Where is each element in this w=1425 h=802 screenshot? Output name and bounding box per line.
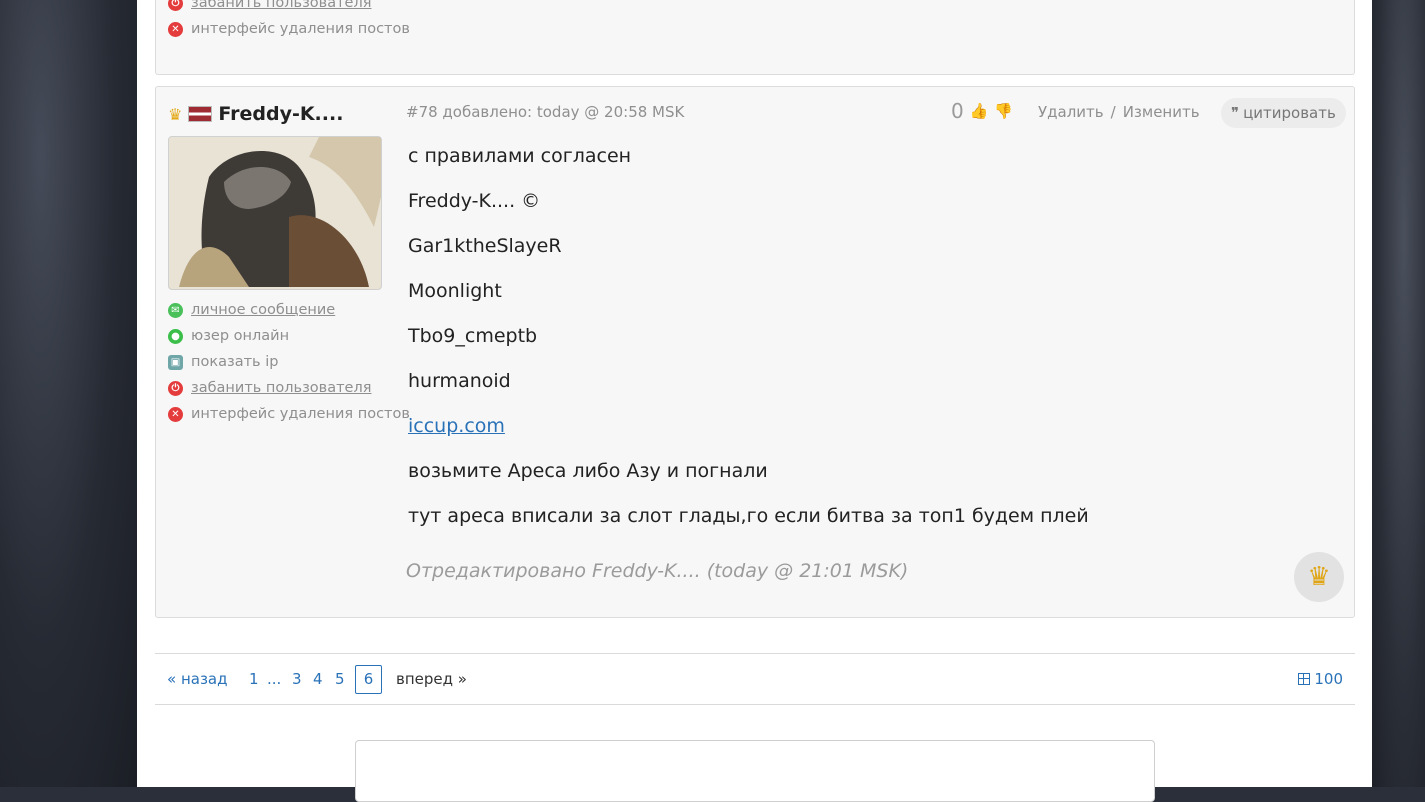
page-link-1[interactable]: 1 — [249, 670, 259, 688]
thumbs-up-icon[interactable]: 👍 — [970, 102, 989, 120]
background-right — [1372, 0, 1425, 787]
quote-label: цитировать — [1243, 104, 1336, 122]
power-icon: ⏻ — [168, 0, 183, 11]
avatar — [168, 136, 382, 290]
delete-posts-link-prev[interactable]: ✕ интерфейс удаления постов — [168, 16, 410, 42]
prev-page-link[interactable]: « назад — [167, 670, 227, 688]
crown-icon: ♛ — [168, 104, 183, 124]
post-score: 0 — [951, 99, 964, 123]
x-circle-icon: ✕ — [168, 21, 183, 37]
show-ip-link[interactable]: ▣ показать ip — [168, 349, 410, 375]
forum-page: ⏻ забанить пользователя ✕ интерфейс удал… — [137, 0, 1372, 802]
quote-icon: ❞ — [1231, 104, 1240, 122]
reply-textarea[interactable] — [355, 740, 1155, 802]
post-user-links: ✉ личное сообщение ● юзер онлайн ▣ показ… — [168, 297, 410, 427]
post-line: Tbo9_cmeptb — [408, 325, 538, 347]
ban-user-label[interactable]: забанить пользователя — [191, 380, 371, 396]
post-line: тут ареса вписали за слот глады,го если … — [408, 505, 1089, 527]
page-link-3[interactable]: 3 — [292, 670, 302, 688]
user-online-status: ● юзер онлайн — [168, 323, 410, 349]
delete-posts-link[interactable]: ✕ интерфейс удаления постов — [168, 401, 410, 427]
post-meta: #78 добавлено: today @ 20:58 MSK — [406, 103, 685, 121]
delete-posts-label[interactable]: интерфейс удаления постов — [191, 406, 410, 422]
page-link-5[interactable]: 5 — [335, 670, 345, 688]
ban-user-link-prev[interactable]: ⏻ забанить пользователя — [168, 0, 410, 16]
post-line: Freddy-K.... © — [408, 190, 541, 212]
quote-button[interactable]: ❞ цитировать — [1221, 98, 1346, 128]
post-author-name[interactable]: Freddy-K.... — [218, 103, 343, 125]
ban-user-label[interactable]: забанить пользователя — [191, 0, 371, 11]
page-ellipsis: ... — [267, 670, 282, 688]
edited-note: Отредактировано Freddy-K.... (today @ 21… — [406, 560, 909, 582]
post-author-header: ♛ Freddy-K.... — [168, 103, 343, 125]
thumbs-down-icon[interactable]: 👎 — [994, 102, 1013, 120]
post-line: hurmanoid — [408, 370, 511, 392]
iccup-link[interactable]: iccup.com — [408, 415, 505, 437]
post-line: с правилами согласен — [408, 145, 632, 167]
crown-badge-icon: ♛ — [1294, 552, 1344, 602]
pagination: « назад 1 ... 3 4 5 6 вперед » 100 — [155, 653, 1355, 705]
power-icon: ⏻ — [168, 380, 183, 396]
next-page-link[interactable]: вперед » — [396, 670, 467, 688]
page-link-4[interactable]: 4 — [313, 670, 323, 688]
user-online-label: юзер онлайн — [191, 328, 290, 344]
per-page-selector[interactable]: 100 — [1298, 670, 1343, 688]
post-rating: 0 👍 👎 — [951, 99, 1013, 123]
envelope-icon: ✉ — [168, 302, 183, 318]
show-ip-label[interactable]: показать ip — [191, 354, 278, 370]
current-page: 6 — [355, 665, 382, 694]
per-page-value: 100 — [1314, 670, 1343, 688]
previous-post-user-links: ⏻ забанить пользователя ✕ интерфейс удал… — [168, 0, 410, 42]
avatar-image — [169, 137, 381, 289]
ban-user-link[interactable]: ⏻ забанить пользователя — [168, 375, 410, 401]
previous-post: ⏻ забанить пользователя ✕ интерфейс удал… — [155, 0, 1355, 75]
delete-posts-label[interactable]: интерфейс удаления постов — [191, 21, 410, 37]
edit-post-link[interactable]: Изменить — [1123, 103, 1200, 121]
private-message-label[interactable]: личное сообщение — [191, 302, 335, 318]
post-body: с правилами согласен Freddy-K.... © Gar1… — [408, 145, 1089, 550]
actions-separator: / — [1110, 103, 1116, 121]
x-circle-icon: ✕ — [168, 406, 183, 422]
post-actions: Удалить / Изменить — [1038, 103, 1200, 121]
background-left — [0, 0, 137, 787]
post-link-line: iccup.com — [408, 415, 1089, 460]
latvia-flag-icon — [188, 106, 213, 122]
monitor-icon: ▣ — [168, 354, 183, 370]
table-icon — [1298, 673, 1311, 685]
post-line: возьмите Ареса либо Азу и погнали — [408, 460, 768, 482]
online-status-icon: ● — [168, 328, 183, 344]
post-line: Moonlight — [408, 280, 502, 302]
private-message-link[interactable]: ✉ личное сообщение — [168, 297, 410, 323]
post-line: Gar1ktheSlayeR — [408, 235, 562, 257]
delete-post-link[interactable]: Удалить — [1038, 103, 1104, 121]
forum-post: ♛ Freddy-K.... ✉ личное сообщение ● юзер… — [155, 86, 1355, 618]
